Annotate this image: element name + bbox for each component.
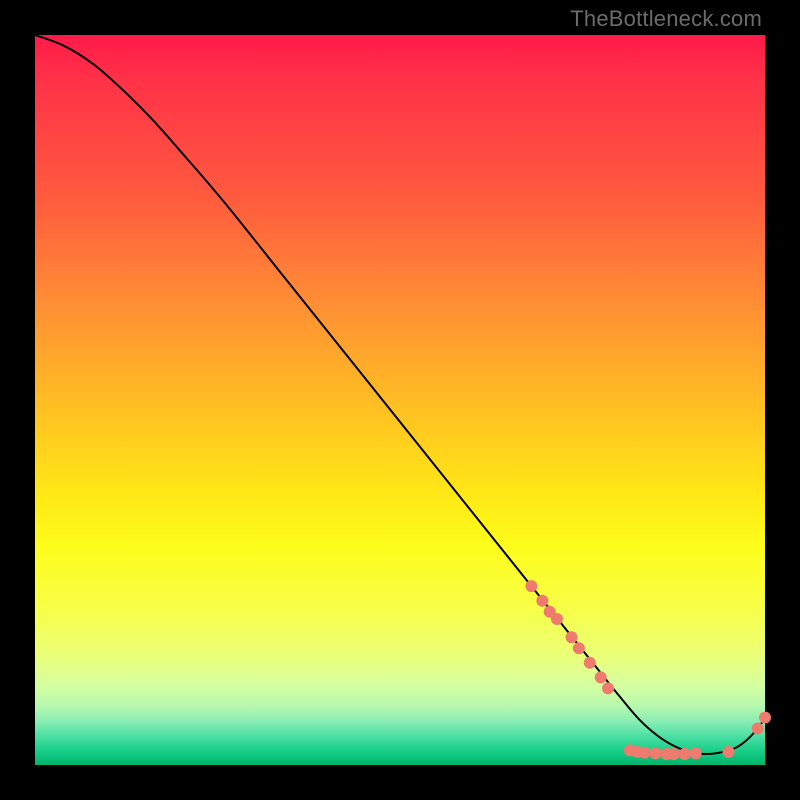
marker-dot [668, 748, 680, 760]
marker-dot [584, 657, 596, 669]
marker-dot [752, 723, 764, 735]
chart-frame: TheBottleneck.com [0, 0, 800, 800]
marker-dot [650, 747, 662, 759]
marker-dot [690, 747, 702, 759]
marker-dot [639, 747, 651, 759]
marker-dot [595, 671, 607, 683]
plot-area [35, 35, 765, 765]
bottleneck-curve [35, 35, 765, 754]
marker-dot [551, 613, 563, 625]
chart-svg [35, 35, 765, 765]
marker-dot [573, 642, 585, 654]
marker-dot [723, 746, 735, 758]
marker-dot [679, 748, 691, 760]
marker-dot [602, 682, 614, 694]
marker-dot [566, 631, 578, 643]
watermark-text: TheBottleneck.com [570, 6, 762, 32]
marker-dot [536, 595, 548, 607]
marker-dot [525, 580, 537, 592]
curve-markers [525, 580, 771, 760]
marker-dot [759, 712, 771, 724]
